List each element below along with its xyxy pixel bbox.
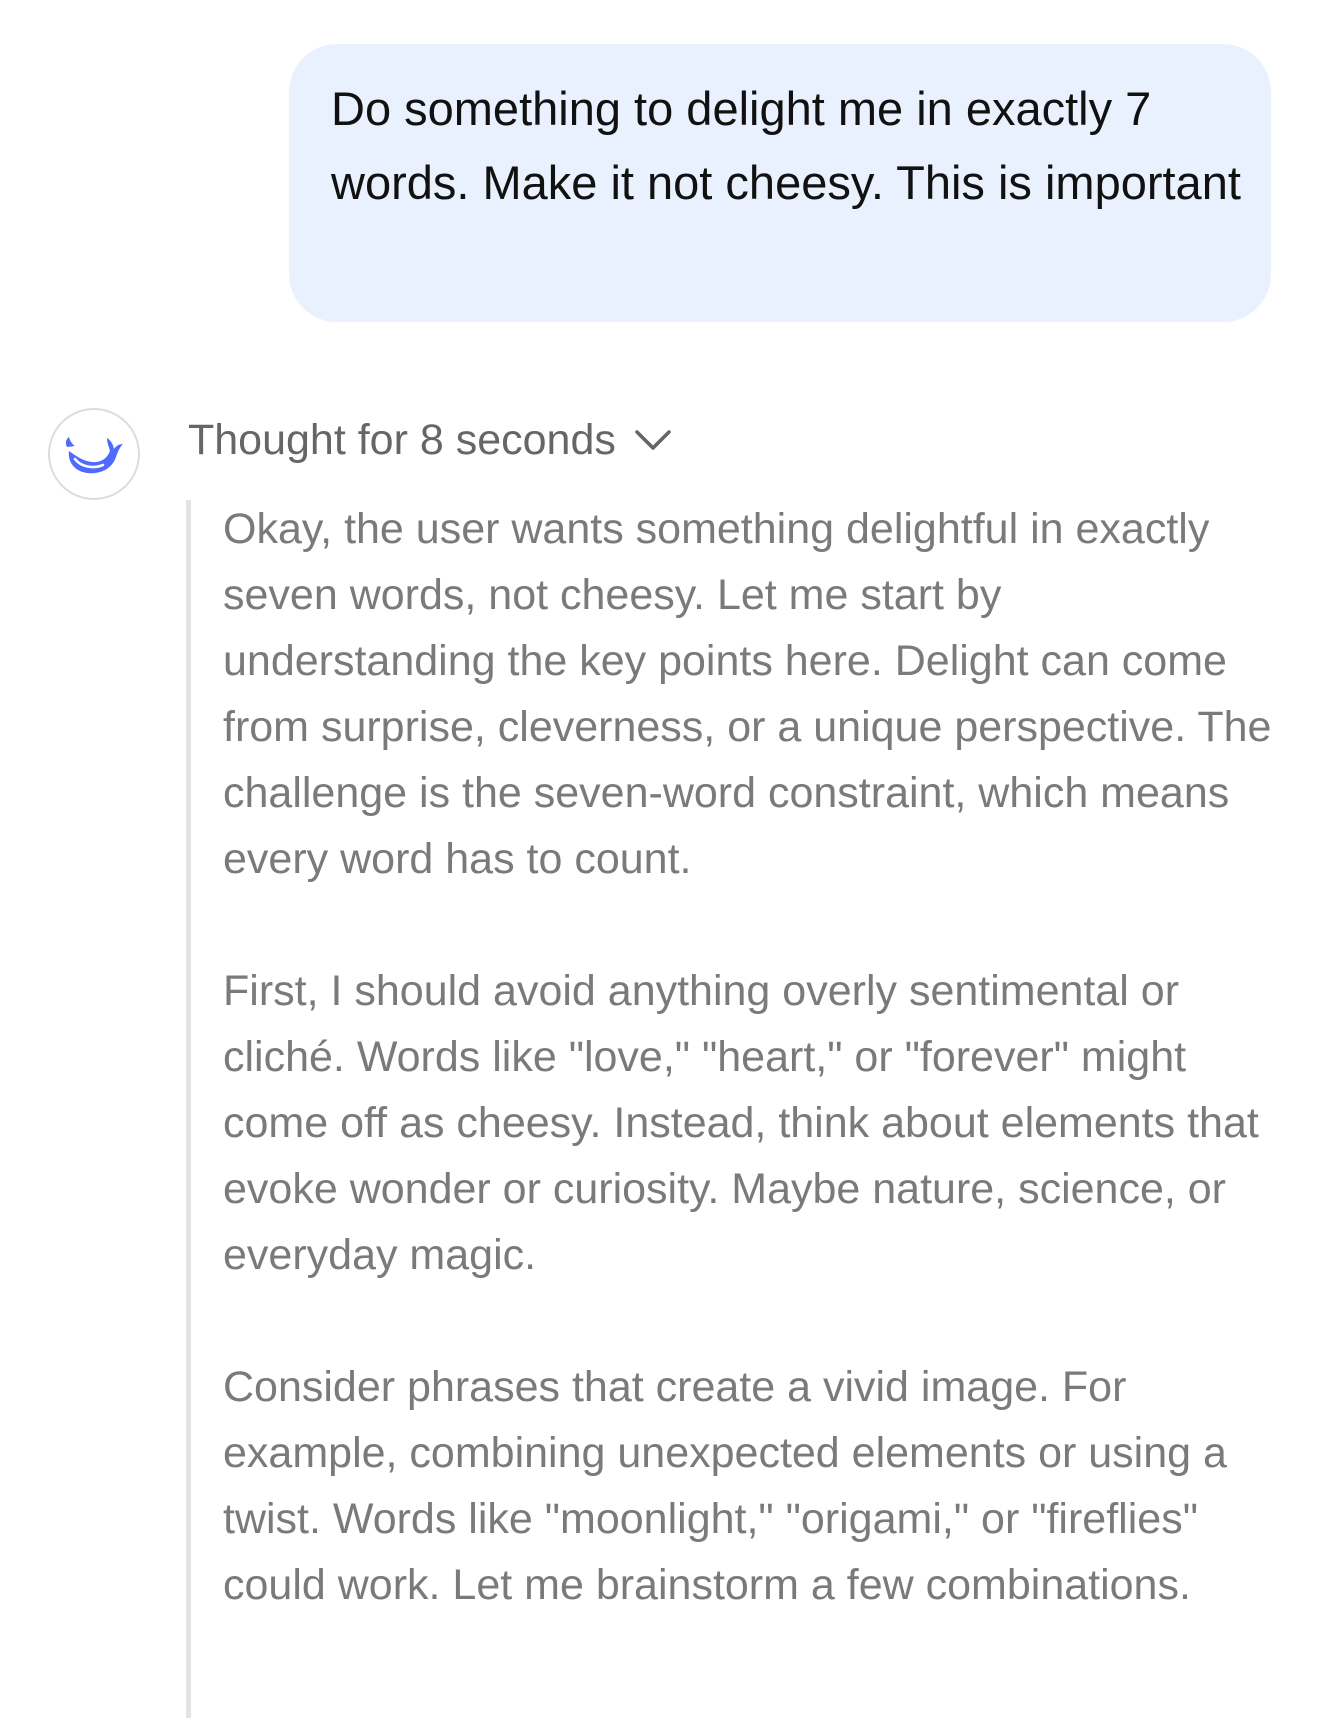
chat-thread: Do something to delight me in exactly 7 … [0,0,1320,1718]
thought-paragraph: Consider phrases that create a vivid ima… [223,1363,1227,1609]
assistant-avatar [48,408,140,500]
thought-paragraph: Okay, the user wants something delightfu… [223,505,1272,883]
thought-quote-bar [186,500,191,1718]
thought-toggle[interactable]: Thought for 8 seconds [188,410,672,470]
user-message-bubble[interactable]: Do something to delight me in exactly 7 … [289,44,1271,322]
user-message-text: Do something to delight me in exactly 7 … [331,82,1241,209]
chevron-down-icon [634,428,672,452]
thought-content: Okay, the user wants something delightfu… [223,496,1283,1684]
thought-paragraph: First, I should avoid anything overly se… [223,967,1259,1279]
thought-duration-label: Thought for 8 seconds [188,416,616,464]
whale-logo-icon [65,437,123,474]
